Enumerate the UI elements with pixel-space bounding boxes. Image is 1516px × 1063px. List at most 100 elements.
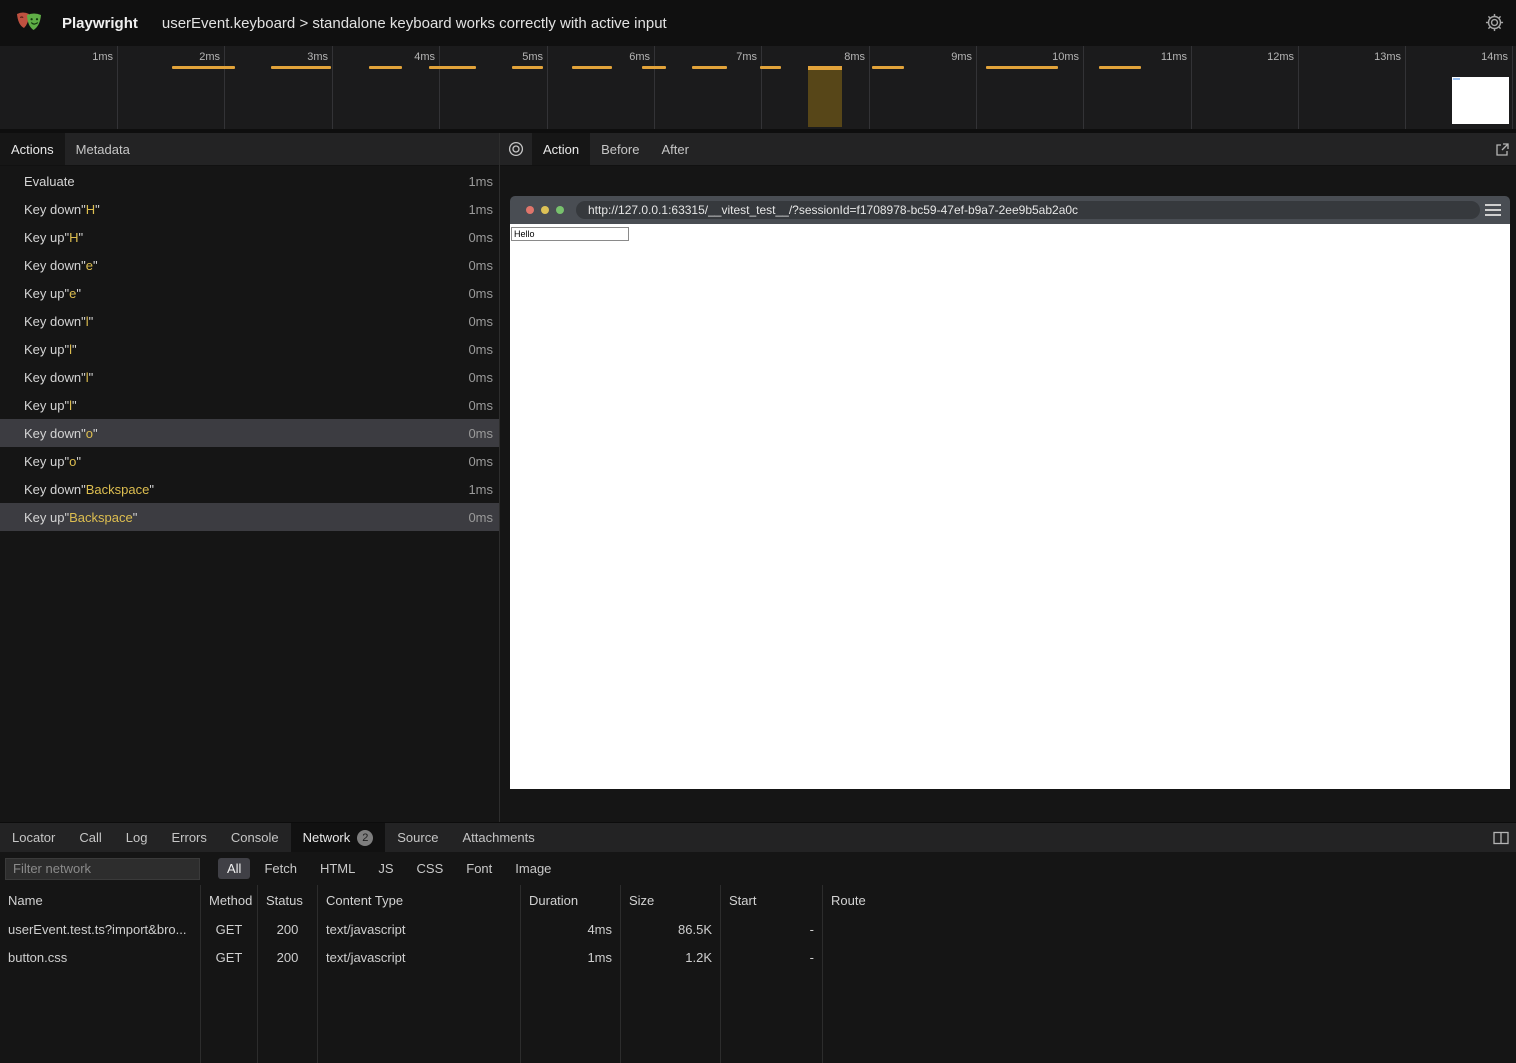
table-cell[interactable]: 4ms — [521, 915, 621, 943]
table-filler-cell — [721, 971, 823, 1063]
filter-chip-font[interactable]: Font — [457, 858, 501, 879]
column-header-start[interactable]: Start — [721, 885, 823, 915]
table-cell[interactable]: 86.5K — [621, 915, 721, 943]
table-cell[interactable]: 200 — [258, 943, 318, 971]
action-label: Key down — [24, 426, 81, 441]
table-cell[interactable]: GET — [201, 915, 258, 943]
timeline-action-bar[interactable] — [872, 66, 904, 69]
table-cell[interactable]: text/javascript — [318, 915, 521, 943]
tab-network[interactable]: Network2 — [291, 823, 386, 852]
tab-after[interactable]: After — [650, 133, 699, 165]
column-header-duration[interactable]: Duration — [521, 885, 621, 915]
app-name: Playwright — [62, 15, 138, 32]
browser-menu-icon[interactable] — [1485, 204, 1501, 216]
action-row[interactable]: Key down "l"0ms — [0, 307, 499, 335]
table-cell[interactable]: 1ms — [521, 943, 621, 971]
tab-action[interactable]: Action — [532, 133, 590, 165]
table-cell[interactable]: - — [721, 943, 823, 971]
thumbnail-input-mark — [1453, 78, 1460, 80]
actions-panel: ActionsMetadata Evaluate1msKey down "H"1… — [0, 133, 500, 822]
timeline-action-bar[interactable] — [271, 66, 331, 69]
timeline-action-bar[interactable] — [1099, 66, 1141, 69]
timeline-action-bar[interactable] — [642, 66, 666, 69]
timeline[interactable]: 1ms2ms3ms4ms5ms6ms7ms8ms9ms10ms11ms12ms1… — [0, 46, 1516, 129]
filter-chip-css[interactable]: CSS — [408, 858, 453, 879]
action-label: Key down — [24, 258, 81, 273]
action-row[interactable]: Key down "Backspace"1ms — [0, 475, 499, 503]
timeline-action-bar[interactable] — [512, 66, 543, 69]
filter-chip-image[interactable]: Image — [506, 858, 560, 879]
action-row[interactable]: Key up "Backspace"0ms — [0, 503, 499, 531]
tab-log[interactable]: Log — [114, 823, 160, 852]
action-row[interactable]: Evaluate1ms — [0, 167, 499, 195]
timeline-selected-range[interactable] — [808, 66, 842, 127]
table-cell[interactable] — [823, 943, 1516, 971]
tab-label: Call — [79, 830, 101, 845]
details-panel: Locator Call Log ErrorsConsoleNetwork2 Sourc… — [0, 822, 1516, 1062]
trace-title: userEvent.keyboard > standalone keyboard… — [162, 15, 667, 32]
tab-metadata[interactable]: Metadata — [65, 133, 141, 165]
tab-source[interactable]: Source — [385, 823, 450, 852]
network-filter-input[interactable] — [5, 858, 200, 880]
column-header-size[interactable]: Size — [621, 885, 721, 915]
table-cell[interactable]: 200 — [258, 915, 318, 943]
network-table: NameMethodStatusContent TypeDurationSize… — [0, 885, 1516, 1063]
action-row[interactable]: Key up "l"0ms — [0, 391, 499, 419]
column-header-method[interactable]: Method — [201, 885, 258, 915]
timeline-action-bar[interactable] — [429, 66, 476, 69]
tab-label: Source — [397, 830, 438, 845]
column-header-name[interactable]: Name — [0, 885, 201, 915]
timeline-action-bar[interactable] — [986, 66, 1058, 69]
tab-actions[interactable]: Actions — [0, 133, 65, 165]
action-row[interactable]: Key down "o"0ms — [0, 419, 499, 447]
timeline-action-bar[interactable] — [369, 66, 402, 69]
external-link-icon[interactable] — [1494, 133, 1510, 166]
tab-before[interactable]: Before — [590, 133, 650, 165]
tab-label: After — [661, 142, 688, 157]
table-cell[interactable]: GET — [201, 943, 258, 971]
filter-chip-html[interactable]: HTML — [311, 858, 364, 879]
tab-locator[interactable]: Locator — [0, 823, 67, 852]
timeline-action-bar[interactable] — [760, 66, 781, 69]
action-row[interactable]: Key up "H"0ms — [0, 223, 499, 251]
timeline-selected-bar — [808, 66, 842, 70]
snapshot-text-input[interactable] — [511, 227, 629, 241]
table-cell[interactable]: 1.2K — [621, 943, 721, 971]
action-row[interactable]: Key down "e"0ms — [0, 251, 499, 279]
tab-errors[interactable]: Errors — [159, 823, 218, 852]
filter-chip-fetch[interactable]: Fetch — [255, 858, 306, 879]
timeline-gridline — [1083, 46, 1084, 129]
column-header-content-type[interactable]: Content Type — [318, 885, 521, 915]
action-row[interactable]: Key up "l"0ms — [0, 335, 499, 363]
action-row[interactable]: Key up "e"0ms — [0, 279, 499, 307]
tab-attachments[interactable]: Attachments — [450, 823, 546, 852]
action-duration: 0ms — [468, 454, 493, 469]
column-header-route[interactable]: Route — [823, 885, 1516, 915]
table-cell[interactable] — [823, 915, 1516, 943]
table-cell[interactable]: button.css — [0, 943, 201, 971]
filter-chip-js[interactable]: JS — [369, 858, 402, 879]
timeline-action-bar[interactable] — [172, 66, 235, 69]
tab-console[interactable]: Console — [219, 823, 291, 852]
timeline-action-bar[interactable] — [692, 66, 727, 69]
column-header-status[interactable]: Status — [258, 885, 318, 915]
action-row[interactable]: Key down "l"0ms — [0, 363, 499, 391]
action-key-value: Backspace — [69, 510, 133, 525]
timeline-screenshot-thumbnail[interactable] — [1452, 77, 1509, 124]
table-cell[interactable]: userEvent.test.ts?import&bro... — [0, 915, 201, 943]
tab-label: Log — [126, 830, 148, 845]
action-key-value: o — [86, 426, 93, 441]
table-cell[interactable]: - — [721, 915, 823, 943]
timeline-action-bar[interactable] — [572, 66, 612, 69]
panel-split-icon[interactable] — [1492, 823, 1510, 852]
playwright-logo-icon — [14, 9, 44, 37]
filter-chip-all[interactable]: All — [218, 858, 250, 879]
table-cell[interactable]: text/javascript — [318, 943, 521, 971]
tab-call[interactable]: Call — [67, 823, 113, 852]
action-row[interactable]: Key up "o"0ms — [0, 447, 499, 475]
gear-icon[interactable] — [1485, 13, 1504, 37]
action-row[interactable]: Key down "H"1ms — [0, 195, 499, 223]
action-quote: " — [93, 426, 98, 441]
target-icon[interactable] — [500, 133, 532, 165]
timeline-gridline — [1512, 46, 1513, 129]
